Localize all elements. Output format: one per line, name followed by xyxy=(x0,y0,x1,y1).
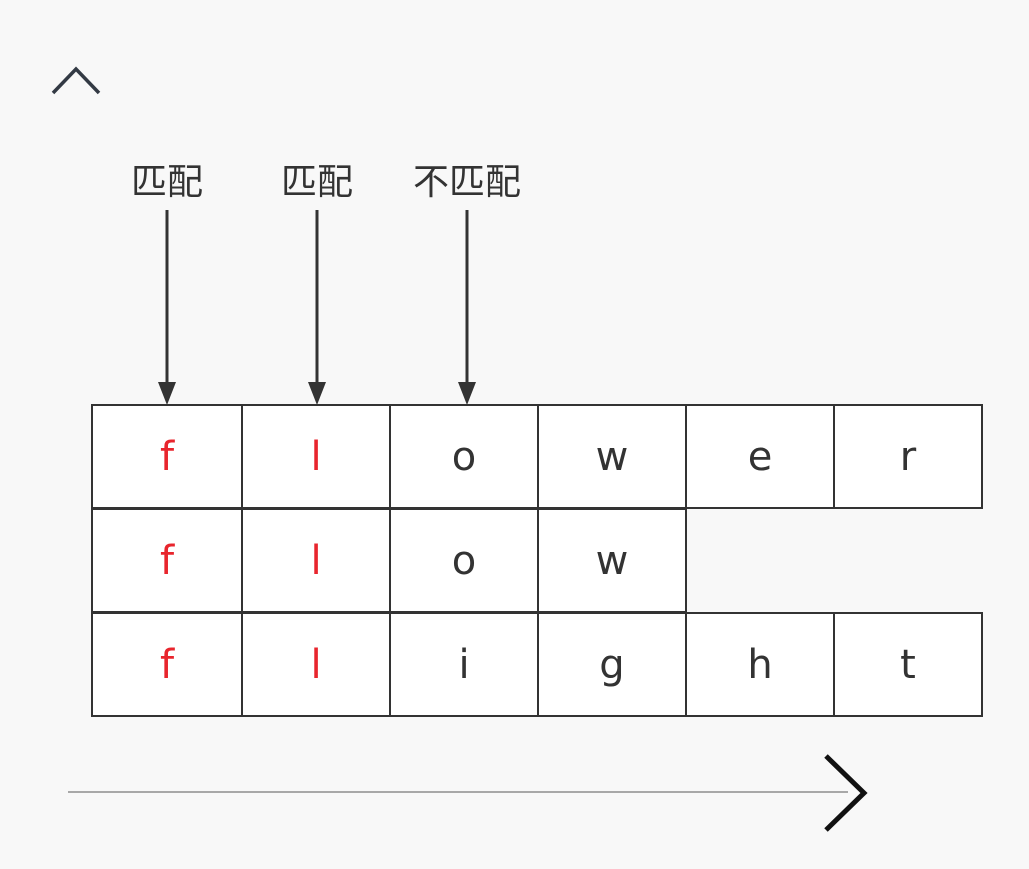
grid-cell-empty xyxy=(833,508,983,613)
grid-cell: e xyxy=(685,404,835,509)
grid-cell: g xyxy=(537,612,687,717)
chevron-right-icon[interactable] xyxy=(816,752,872,834)
grid-cell-matched: f xyxy=(91,508,243,613)
grid-row: flight xyxy=(91,612,993,717)
grid-row: flow xyxy=(91,508,993,613)
grid-cell-matched: l xyxy=(241,508,391,613)
grid-row: flower xyxy=(91,404,993,509)
grid-cell-matched: l xyxy=(241,612,391,717)
scroll-track[interactable] xyxy=(68,791,848,793)
grid-cell: w xyxy=(537,508,687,613)
grid-cell-empty xyxy=(685,508,835,613)
grid-cell: i xyxy=(389,612,539,717)
pointer-arrow-col-1 xyxy=(158,210,176,405)
grid-cell: h xyxy=(685,612,835,717)
pointer-arrow-col-3 xyxy=(458,210,476,405)
grid-cell-matched: f xyxy=(91,612,243,717)
grid-cell: w xyxy=(537,404,687,509)
grid-cell: o xyxy=(389,508,539,613)
grid-cell: t xyxy=(833,612,983,717)
grid-cell: o xyxy=(389,404,539,509)
pointer-arrow-col-2 xyxy=(308,210,326,405)
string-grid: flowerflowflight xyxy=(91,404,993,720)
grid-cell-matched: l xyxy=(241,404,391,509)
grid-cell: r xyxy=(833,404,983,509)
grid-cell-matched: f xyxy=(91,404,243,509)
